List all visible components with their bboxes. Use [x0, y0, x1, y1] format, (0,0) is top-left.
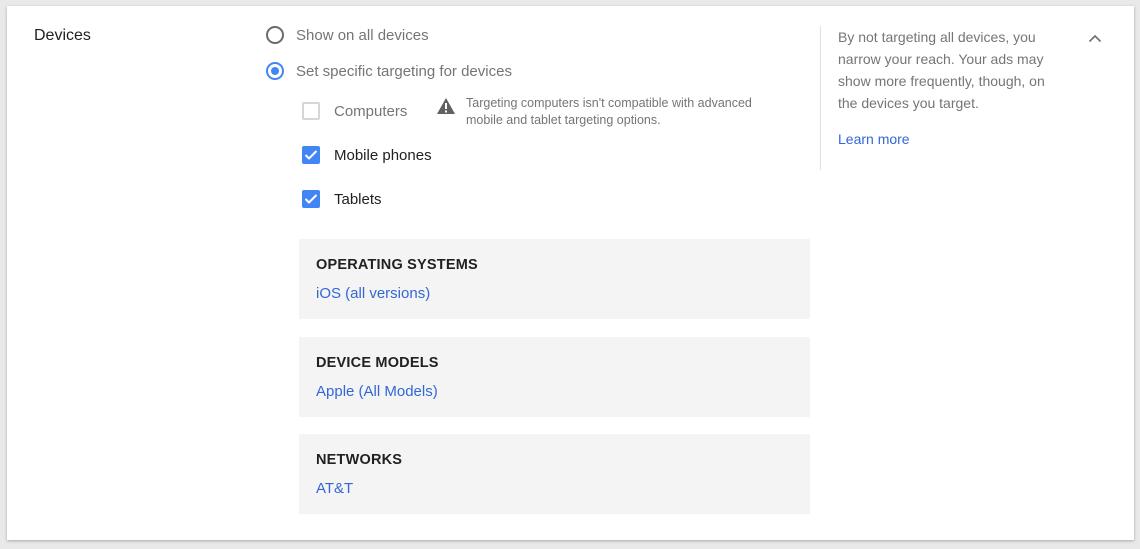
side-divider	[820, 26, 821, 170]
warning-text: Targeting computers isn't compatible wit…	[466, 96, 752, 127]
panel-operating-systems-value[interactable]: iOS (all versions)	[316, 285, 430, 302]
check-icon	[304, 194, 318, 204]
panel-device-models-title: DEVICE MODELS	[316, 355, 439, 371]
radio-specific-targeting-control[interactable]	[266, 62, 284, 80]
panel-device-models[interactable]: DEVICE MODELS Apple (All Models)	[299, 337, 810, 417]
radio-all-devices[interactable]: Show on all devices	[266, 26, 429, 44]
checkbox-tablets[interactable]: Tablets	[302, 190, 382, 208]
chevron-up-icon	[1088, 34, 1102, 42]
checkbox-mobile-phones-label: Mobile phones	[334, 146, 432, 164]
check-icon	[304, 150, 318, 160]
collapse-button[interactable]	[1085, 28, 1105, 48]
checkbox-mobile-phones[interactable]: Mobile phones	[302, 146, 432, 164]
checkbox-mobile-phones-control[interactable]	[302, 146, 320, 164]
checkbox-tablets-control[interactable]	[302, 190, 320, 208]
section-title: Devices	[34, 27, 91, 44]
checkbox-computers-label: Computers	[334, 102, 408, 120]
side-help-text: By not targeting all devices, you narrow…	[838, 29, 1045, 111]
panel-networks-title: NETWORKS	[316, 452, 403, 468]
panel-operating-systems-title: OPERATING SYSTEMS	[316, 257, 478, 273]
panel-networks-value[interactable]: AT&T	[316, 480, 353, 497]
warning-icon	[436, 97, 456, 120]
radio-specific-targeting[interactable]: Set specific targeting for devices	[266, 62, 512, 80]
radio-all-devices-control[interactable]	[266, 26, 284, 44]
checkbox-computers-control[interactable]	[302, 102, 320, 120]
computers-warning: Targeting computers isn't compatible wit…	[436, 95, 786, 129]
learn-more-link[interactable]: Learn more	[838, 131, 910, 147]
radio-all-devices-label: Show on all devices	[296, 26, 429, 44]
checkbox-computers[interactable]: Computers	[302, 102, 407, 120]
radio-specific-targeting-label: Set specific targeting for devices	[296, 62, 512, 80]
checkbox-tablets-label: Tablets	[334, 190, 382, 208]
panel-device-models-value[interactable]: Apple (All Models)	[316, 383, 438, 400]
devices-card: Devices Show on all devices Set specific…	[7, 6, 1134, 540]
panel-operating-systems[interactable]: OPERATING SYSTEMS iOS (all versions)	[299, 239, 810, 319]
panel-networks[interactable]: NETWORKS AT&T	[299, 434, 810, 514]
